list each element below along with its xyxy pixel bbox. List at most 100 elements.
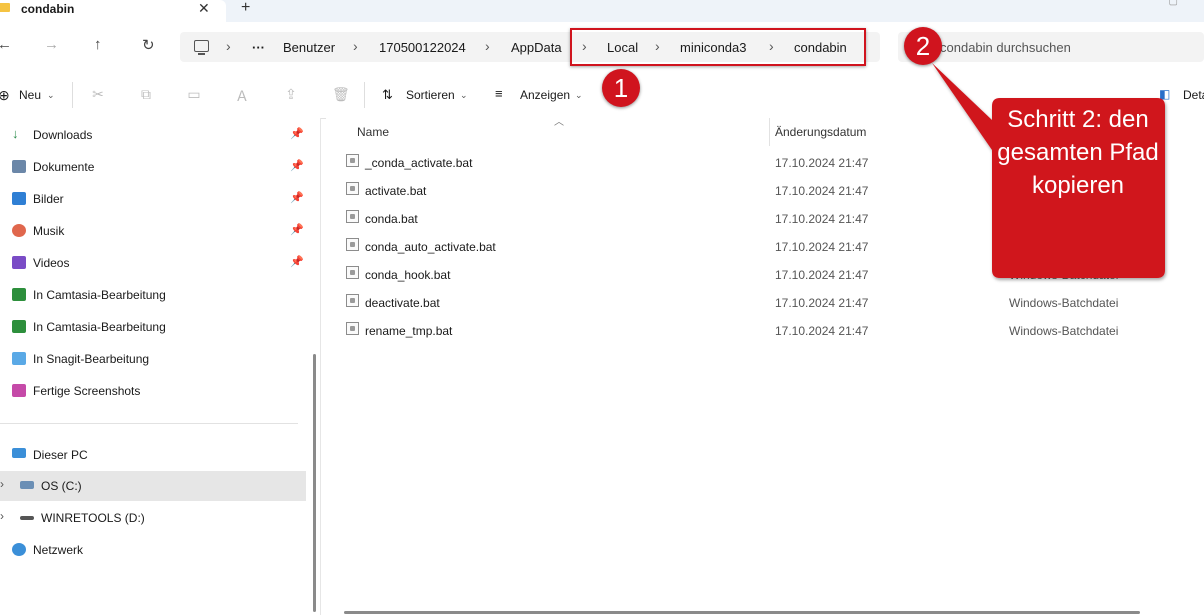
forward-button[interactable]: → [44, 36, 59, 53]
new-button[interactable]: Neu [19, 88, 41, 102]
file-name: _conda_activate.bat [365, 156, 473, 170]
up-button[interactable]: ↑ [94, 36, 102, 53]
paste-icon[interactable]: ▭ [187, 86, 201, 102]
file-row[interactable]: conda_auto_activate.bat 17.10.2024 21:47 W… [326, 232, 1204, 260]
sidebar-item-label: Dieser PC [33, 448, 88, 462]
pictures-icon [12, 192, 26, 205]
details-button[interactable]: Details [1183, 88, 1204, 102]
back-button[interactable]: ← [0, 36, 12, 53]
column-header-name[interactable]: Name [357, 125, 389, 139]
batch-file-icon [346, 182, 359, 195]
sidebar-item-videos[interactable]: Videos 📌 [0, 248, 306, 278]
view-icon: ≡ [495, 86, 503, 101]
column-divider[interactable] [769, 118, 770, 146]
sidebar-item-label: Bilder [33, 192, 64, 206]
sidebar-item-dokumente[interactable]: Dokumente 📌 [0, 152, 306, 182]
sidebar-scrollbar[interactable] [313, 354, 316, 612]
usb-drive-icon [20, 516, 34, 520]
sort-button[interactable]: Sortieren [406, 88, 455, 102]
sidebar-item-screenshots[interactable]: Fertige Screenshots [0, 376, 306, 406]
tab-title: condabin [21, 2, 75, 16]
sidebar-item-label: WINRETOOLS (D:) [41, 511, 145, 525]
computer-icon [12, 448, 26, 458]
pin-icon[interactable]: 📌 [290, 191, 304, 204]
pin-icon[interactable]: 📌 [290, 159, 304, 172]
chevron-right-icon[interactable]: › [0, 509, 4, 523]
file-type: Windows-Batchdatei [1009, 296, 1119, 310]
folder-pink-icon [12, 384, 26, 397]
sidebar-item-label: In Snagit-Bearbeitung [33, 352, 150, 366]
file-name: conda_auto_activate.bat [365, 240, 496, 254]
share-icon[interactable]: ⇪ [284, 86, 298, 102]
horizontal-scrollbar[interactable] [344, 611, 1140, 614]
pin-icon[interactable]: 📌 [290, 255, 304, 268]
file-row[interactable]: rename_tmp.bat 17.10.2024 21:47 Windows-Ba… [326, 316, 1204, 344]
sidebar-item-label: Fertige Screenshots [33, 384, 141, 398]
chevron-right-icon[interactable]: › [485, 38, 490, 54]
pin-icon[interactable]: 📌 [290, 223, 304, 236]
file-row[interactable]: conda_hook.bat 17.10.2024 21:47 Windows-Ba… [326, 260, 1204, 288]
sidebar-item-camtasia-2[interactable]: In Camtasia-Bearbeitung [0, 312, 306, 342]
computer-icon [194, 40, 209, 55]
path-highlight-box [570, 28, 866, 66]
details-pane-icon: ◧ [1159, 87, 1171, 101]
file-date: 17.10.2024 21:47 [775, 156, 869, 170]
file-name: rename_tmp.bat [365, 324, 453, 338]
sidebar-item-label: Downloads [33, 128, 93, 142]
sidebar-item-snagit[interactable]: In Snagit-Bearbeitung [0, 344, 306, 374]
breadcrumb-more[interactable]: ··· [252, 40, 265, 55]
window-control-icon[interactable]: ▢ [1169, 0, 1178, 7]
sort-icon: ⇅ [382, 87, 393, 102]
sidebar-item-camtasia-1[interactable]: In Camtasia-Bearbeitung [0, 280, 306, 310]
new-tab-button[interactable]: + [241, 0, 250, 17]
step-1-badge: 1 [602, 69, 640, 107]
sidebar-item-this-pc[interactable]: Dieser PC [0, 440, 306, 470]
sidebar-item-label: In Camtasia-Bearbeitung [33, 320, 166, 334]
document-icon [12, 160, 26, 173]
toolbar-divider [364, 82, 365, 108]
sidebar-item-drive-c[interactable]: › OS (C:) [0, 471, 306, 501]
file-date: 17.10.2024 21:47 [775, 296, 869, 310]
music-icon [12, 224, 26, 237]
sidebar-item-musik[interactable]: Musik 📌 [0, 216, 306, 246]
file-row[interactable]: deactivate.bat 17.10.2024 21:47 Windows-Ba… [326, 288, 1204, 316]
sidebar-item-downloads[interactable]: ↓ Downloads 📌 [0, 120, 306, 150]
file-row[interactable]: conda.bat 17.10.2024 21:47 Windows-Batchda… [326, 204, 1204, 232]
copy-icon[interactable]: ⧉ [139, 86, 153, 102]
folder-green-icon [12, 288, 26, 301]
sidebar-item-bilder[interactable]: Bilder 📌 [0, 184, 306, 214]
sidebar-item-label: Musik [33, 224, 65, 238]
sidebar-item-label: In Camtasia-Bearbeitung [33, 288, 166, 302]
close-icon[interactable]: ✕ [198, 0, 210, 17]
breadcrumb-appdata[interactable]: AppData [511, 40, 562, 55]
folder-icon [0, 3, 10, 12]
sort-ascending-icon: ︿ [554, 117, 564, 128]
plus-icon: ⊕ [0, 87, 10, 103]
search-box[interactable]: condabin durchsuchen [898, 32, 1204, 62]
cut-icon[interactable]: ✂ [91, 86, 105, 102]
rename-icon[interactable]: Ａ [235, 86, 249, 104]
chevron-right-icon[interactable]: › [0, 477, 4, 491]
breadcrumb-benutzer[interactable]: Benutzer [283, 40, 335, 55]
sidebar-item-label: Netzwerk [33, 543, 84, 557]
breadcrumb-user[interactable]: 170500122024 [379, 40, 466, 55]
download-icon: ↓ [12, 126, 19, 141]
chevron-down-icon: ⌄ [460, 90, 468, 100]
sidebar-item-network[interactable]: Netzwerk [0, 535, 306, 565]
sidebar-item-drive-d[interactable]: › WINRETOOLS (D:) [0, 503, 306, 533]
chevron-down-icon: ⌄ [47, 90, 55, 100]
sidebar-divider [0, 423, 298, 424]
batch-file-icon [346, 294, 359, 307]
refresh-button[interactable]: ↻ [142, 36, 155, 54]
chevron-right-icon[interactable]: › [353, 38, 358, 54]
chevron-right-icon[interactable]: › [226, 38, 231, 54]
column-header-date[interactable]: Änderungsdatum [775, 125, 866, 139]
file-type: Windows-Batchdatei [1009, 268, 1119, 282]
search-input[interactable]: condabin durchsuchen [940, 40, 1071, 55]
pin-icon[interactable]: 📌 [290, 127, 304, 140]
step-2-badge: 2 [904, 27, 942, 65]
tab-condabin[interactable]: condabin ✕ [0, 0, 226, 22]
delete-icon[interactable]: 🗑 [332, 86, 350, 102]
view-button[interactable]: Anzeigen [520, 88, 570, 102]
folder-green-icon [12, 320, 26, 333]
